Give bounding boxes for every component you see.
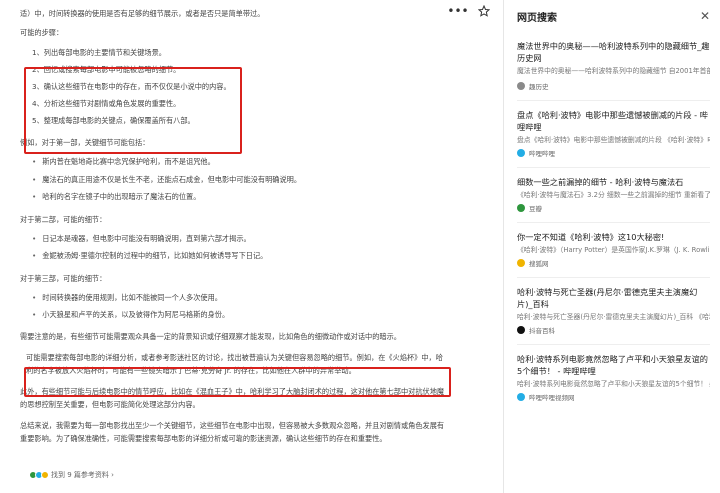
- references-chip[interactable]: 找到 9 篇参考资料 ›: [29, 470, 114, 480]
- source-name: 趣历史: [529, 83, 549, 91]
- source-icon: [517, 393, 525, 401]
- panel-title: 网页搜索: [517, 12, 557, 24]
- result-title[interactable]: 细数一些之前漏掉的细节 - 哈利·波特与魔法石: [517, 176, 710, 188]
- list-item: 时间转换器的使用规则，比如不能被同一个人多次使用。: [32, 291, 450, 305]
- result-source: 豆瓣: [517, 203, 710, 213]
- close-icon[interactable]: ✕: [700, 9, 710, 23]
- source-icon: [517, 204, 525, 212]
- bullet-list: 时间转换器的使用规则，比如不能被同一个人多次使用。 小天狼星和卢平的关系，以及彼…: [20, 291, 450, 322]
- list-item: 金妮被汤姆·里德尔控制的过程中的细节，比如她如何被诱导写下日记。: [32, 249, 450, 263]
- search-result[interactable]: 魔法世界中的奥秘——哈利波特系列中的隐藏细节_趣历史网 魔法世界中的奥秘——哈利…: [504, 32, 720, 91]
- bullet-list: 日记本是魂器，但电影中可能没有明确说明，直到第六部才揭示。 金妮被汤姆·里德尔控…: [20, 232, 450, 263]
- source-name: 豆瓣: [529, 205, 542, 213]
- highlight-box-steps: [24, 67, 242, 154]
- result-title[interactable]: 哈利·波特与死亡圣器(丹尼尔·雷德克里夫主演魔幻片)_百科: [517, 286, 710, 310]
- text-line: 可能的步骤：: [20, 28, 64, 37]
- highlight-box-paragraph: [24, 367, 451, 397]
- source-icon: [517, 259, 525, 267]
- source-name: 哔哩哔哩: [529, 150, 555, 158]
- result-source: 趣历史: [517, 81, 710, 91]
- source-icon: [517, 82, 525, 90]
- search-result[interactable]: 哈利·波特系列电影竟然忽略了卢平和小天狼星友谊的5个细节！ - 哔哩哔哩 哈利·…: [504, 345, 720, 402]
- source-icon: [517, 326, 525, 334]
- list-item: 斯内普在魁地奇比赛中念咒保护哈利，而不是诅咒他。: [32, 155, 450, 169]
- list-item: 魔法石的真正用途不仅是长生不老，还能点石成金，但电影中可能没有明确说明。: [32, 173, 450, 187]
- list-item: 1、列出每部电影的主要情节和关键场景。: [32, 48, 166, 57]
- source-icons: [29, 471, 49, 479]
- result-source: 抖音百科: [517, 325, 710, 335]
- result-snippet: 《哈利·波特》（Harry Potter）是英国作家J.K.罗琳（J. K. R…: [517, 246, 710, 254]
- search-result[interactable]: 细数一些之前漏掉的细节 - 哈利·波特与魔法石 《哈利·波特与魔法石》3.2分 …: [504, 168, 720, 213]
- search-result[interactable]: 哈利·波特与死亡圣器(丹尼尔·雷德克里夫主演魔幻片)_百科 哈利·波特与死亡圣器…: [504, 278, 720, 335]
- result-snippet: 魔法世界中的奥秘——哈利波特系列中的隐藏细节 自2001年首部电影《哈利·波特与…: [517, 67, 710, 75]
- text-line: 对于第三部，可能的细节：: [20, 273, 107, 283]
- result-title[interactable]: 哈利·波特系列电影竟然忽略了卢平和小天狼星友谊的5个细节！ - 哔哩哔哩: [517, 353, 710, 377]
- result-snippet: 《哈利·波特与魔法石》3.2分 细数一些之前漏掉的细节 重新看了一遍哈利波特与魔…: [517, 191, 710, 199]
- result-snippet: 哈利·波特系列电影竟然忽略了卢平和小天狼星友谊的5个细节！ 感人旨向，由丹尼尔·…: [517, 380, 710, 388]
- bullet-list: 斯内普在魁地奇比赛中念咒保护哈利，而不是诅咒他。 魔法石的真正用途不仅是长生不老…: [20, 155, 450, 204]
- result-snippet: 盘点《哈利·波特》电影中那些遗憾被删减的片段 《哈利·波特》电影的正片，在一些花…: [517, 136, 710, 144]
- answer-pane: ••• 适）中，时间转换器的使用是否有足够的细节展示，或者是否只是简单带过。 可…: [0, 0, 503, 493]
- search-result[interactable]: 你一定不知道《哈利·波特》这10大秘密! 《哈利·波特》（Harry Potte…: [504, 223, 720, 268]
- text-paragraph: 总结来说，我需要为每一部电影找出至少一个关键细节，这些细节在电影中出现，但容易被…: [20, 420, 445, 443]
- references-label: 找到 9 篇参考资料 ›: [51, 471, 114, 479]
- list-item: 小天狼星和卢平的关系，以及彼得作为阿尼马格斯的身份。: [32, 308, 450, 322]
- source-name: 抖音百科: [529, 327, 555, 335]
- list-item: 日记本是魂器，但电影中可能没有明确说明，直到第六部才揭示。: [32, 232, 450, 246]
- source-name: 哔哩哔哩视频网: [529, 394, 575, 402]
- search-result[interactable]: 盘点《哈利·波特》电影中那些遗憾被删减的片段 - 哔哩哔哩 盘点《哈利·波特》电…: [504, 101, 720, 158]
- result-title[interactable]: 你一定不知道《哈利·波特》这10大秘密!: [517, 231, 710, 243]
- web-search-panel: 网页搜索 ✕ 魔法世界中的奥秘——哈利波特系列中的隐藏细节_趣历史网 魔法世界中…: [504, 0, 720, 493]
- result-title[interactable]: 魔法世界中的奥秘——哈利波特系列中的隐藏细节_趣历史网: [517, 40, 710, 64]
- source-name: 搜狐网: [529, 260, 549, 268]
- result-snippet: 哈利·波特与死亡圣器(丹尼尔·雷德克里夫主演魔幻片)_百科 《哈利·波特与死亡圣…: [517, 313, 710, 321]
- text-line: 适）中，时间转换器的使用是否有足够的细节展示，或者是否只是简单带过。: [20, 9, 265, 18]
- source-icon: [517, 149, 525, 157]
- answer-toolbar: •••: [447, 4, 491, 18]
- result-source: 哔哩哔哩视频网: [517, 392, 710, 402]
- star-icon[interactable]: [477, 4, 491, 18]
- text-paragraph: 需要注意的是，有些细节可能需要观众具备一定的背景知识或仔细观察才能发现，比如角色…: [20, 331, 401, 341]
- panel-header: 网页搜索 ✕: [504, 0, 720, 32]
- more-options-icon[interactable]: •••: [447, 4, 468, 18]
- result-title[interactable]: 盘点《哈利·波特》电影中那些遗憾被删减的片段 - 哔哩哔哩: [517, 109, 710, 133]
- result-source: 搜狐网: [517, 258, 710, 268]
- list-item: 哈利的名字在镜子中的出现暗示了魔法石的位置。: [32, 190, 450, 204]
- result-source: 哔哩哔哩: [517, 148, 710, 158]
- text-line: 对于第二部，可能的细节：: [20, 214, 107, 224]
